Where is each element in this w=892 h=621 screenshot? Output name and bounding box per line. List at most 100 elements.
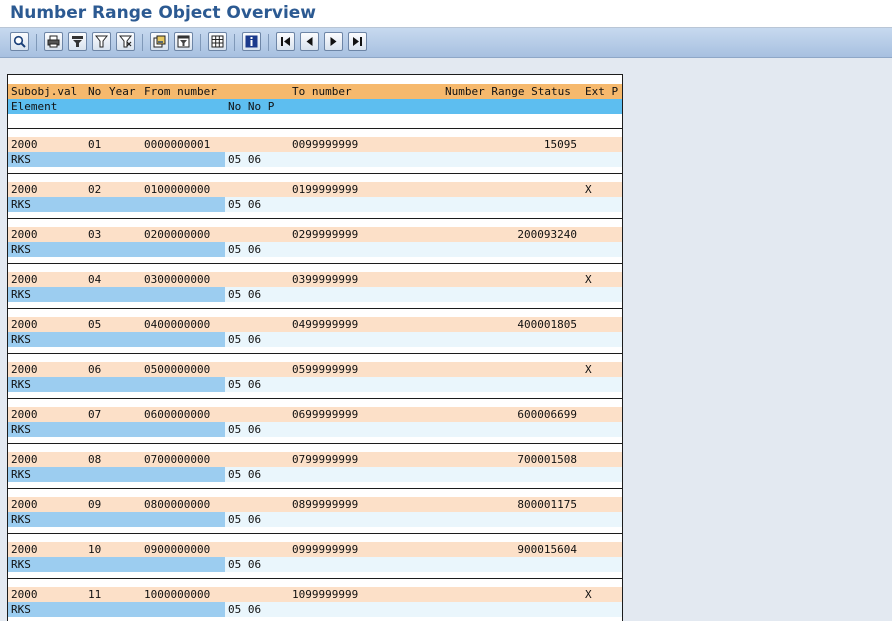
cell-ext: X (585, 183, 592, 196)
element-highlight (8, 152, 225, 167)
table-button[interactable] (208, 32, 227, 51)
export-button[interactable] (150, 32, 169, 51)
layout-button[interactable] (174, 32, 193, 51)
element-highlight (8, 242, 225, 257)
col-header-ext: Ext P (585, 85, 619, 98)
cell-to-number: 0299999999 (292, 228, 359, 241)
previous-page-icon (303, 35, 316, 48)
next-page-button[interactable] (324, 32, 343, 51)
cell-ext: X (585, 588, 592, 601)
cell-from-number: 0400000000 (144, 318, 211, 331)
info-icon (245, 35, 258, 48)
export-icon (153, 35, 166, 48)
cell-no-no: 05 06 (228, 153, 262, 166)
cell-no-no: 05 06 (228, 243, 262, 256)
list-row-sub[interactable]: RKS 05 06 (8, 197, 622, 212)
list-row-sub[interactable]: RKS 05 06 (8, 467, 622, 482)
list-item[interactable]: 2000 03 0200000000 0299999999 200093240 RKS 05… (8, 218, 622, 263)
layout-icon (177, 35, 190, 48)
cell-element: RKS (11, 558, 31, 571)
cell-no-no: 05 06 (228, 288, 262, 301)
list-row-sub[interactable]: RKS 05 06 (8, 377, 622, 392)
cell-no: 09 (88, 498, 102, 511)
first-page-button[interactable] (276, 32, 295, 51)
delete-filter-button[interactable] (116, 32, 135, 51)
list-item[interactable]: 2000 06 0500000000 0599999999 X RKS 05 06 (8, 353, 622, 398)
list-row-main[interactable]: 2000 03 0200000000 0299999999 200093240 (8, 227, 622, 242)
cell-no-no: 05 06 (228, 558, 262, 571)
cell-subobj: 2000 (11, 138, 38, 151)
cell-no: 08 (88, 453, 102, 466)
list-row-sub[interactable]: RKS 05 06 (8, 557, 622, 572)
number-range-list: Subobj.val No Year From number To number… (7, 74, 623, 621)
list-item[interactable]: 2000 10 0900000000 0999999999 900015604 RKS 05… (8, 533, 622, 578)
cell-from-number: 0200000000 (144, 228, 211, 241)
list-row-main[interactable]: 2000 04 0300000000 0399999999 X (8, 272, 622, 287)
cell-subobj: 2000 (11, 318, 38, 331)
cell-from-number: 0800000000 (144, 498, 211, 511)
list-item[interactable]: 2000 09 0800000000 0899999999 800001175 RKS 05… (8, 488, 622, 533)
cell-element: RKS (11, 243, 31, 256)
list-item[interactable]: 2000 01 0000000001 0099999999 15095 RKS 05 06 (8, 128, 622, 173)
cell-no: 04 (88, 273, 102, 286)
cell-to-number: 0499999999 (292, 318, 359, 331)
list-row-sub[interactable]: RKS 05 06 (8, 422, 622, 437)
list-item[interactable]: 2000 07 0600000000 0699999999 600006699 RKS 05… (8, 398, 622, 443)
cell-to-number: 0699999999 (292, 408, 359, 421)
list-row-main[interactable]: 2000 08 0700000000 0799999999 700001508 (8, 452, 622, 467)
cell-from-number: 0000000001 (144, 138, 211, 151)
list-row-sub[interactable]: RKS 05 06 (8, 512, 622, 527)
cell-from-number: 0700000000 (144, 453, 211, 466)
toolbar-separator (36, 34, 37, 51)
last-page-button[interactable] (348, 32, 367, 51)
cell-subobj: 2000 (11, 543, 38, 556)
cell-no: 05 (88, 318, 102, 331)
list-row-sub[interactable]: RKS 05 06 (8, 332, 622, 347)
list-item[interactable]: 2000 02 0100000000 0199999999 X RKS 05 06 (8, 173, 622, 218)
list-row-sub[interactable]: RKS 05 06 (8, 242, 622, 257)
print-button[interactable] (44, 32, 63, 51)
list-row-main[interactable]: 2000 10 0900000000 0999999999 900015604 (8, 542, 622, 557)
element-highlight (8, 602, 225, 617)
col-header-no-no-p: No No P (228, 100, 275, 113)
list-row-main[interactable]: 2000 01 0000000001 0099999999 15095 (8, 137, 622, 152)
table-icon (211, 35, 224, 48)
info-button[interactable] (242, 32, 261, 51)
list-row-sub[interactable]: RKS 05 06 (8, 602, 622, 617)
list-row-main[interactable]: 2000 06 0500000000 0599999999 X (8, 362, 622, 377)
cell-subobj: 2000 (11, 588, 38, 601)
col-header-element: Element (11, 100, 58, 113)
list-item[interactable]: 2000 04 0300000000 0399999999 X RKS 05 06 (8, 263, 622, 308)
zoom-button[interactable] (10, 32, 29, 51)
cell-from-number: 0100000000 (144, 183, 211, 196)
list-row-main[interactable]: 2000 07 0600000000 0699999999 600006699 (8, 407, 622, 422)
list-row-main[interactable]: 2000 11 1000000000 1099999999 X (8, 587, 622, 602)
cell-status: 15095 (543, 138, 577, 151)
list-item[interactable]: 2000 05 0400000000 0499999999 400001805 RKS 05… (8, 308, 622, 353)
cell-no-no: 05 06 (228, 603, 262, 616)
cell-subobj: 2000 (11, 228, 38, 241)
col-header-status: Number Range Status (445, 85, 571, 98)
list-row-sub[interactable]: RKS 05 06 (8, 287, 622, 302)
list-row-sub[interactable]: RKS 05 06 (8, 152, 622, 167)
element-highlight (8, 422, 225, 437)
list-row-main[interactable]: 2000 09 0800000000 0899999999 800001175 (8, 497, 622, 512)
list-item[interactable]: 2000 08 0700000000 0799999999 700001508 RKS 05… (8, 443, 622, 488)
filter-button[interactable] (68, 32, 87, 51)
previous-page-button[interactable] (300, 32, 319, 51)
list-row-main[interactable]: 2000 02 0100000000 0199999999 X (8, 182, 622, 197)
cell-no-no: 05 06 (228, 333, 262, 346)
page-title: Number Range Object Overview (10, 3, 317, 23)
set-filter-button[interactable] (92, 32, 111, 51)
cell-no: 01 (88, 138, 102, 151)
cell-no-no: 05 06 (228, 468, 262, 481)
cell-no-no: 05 06 (228, 513, 262, 526)
list-item[interactable]: 2000 11 1000000000 1099999999 X RKS 05 06 (8, 578, 622, 621)
cell-to-number: 0599999999 (292, 363, 359, 376)
list-row-main[interactable]: 2000 05 0400000000 0499999999 400001805 (8, 317, 622, 332)
cell-no-no: 05 06 (228, 423, 262, 436)
cell-subobj: 2000 (11, 498, 38, 511)
cell-from-number: 1000000000 (144, 588, 211, 601)
cell-no: 10 (88, 543, 102, 556)
cell-status: 700001508 (517, 453, 577, 466)
